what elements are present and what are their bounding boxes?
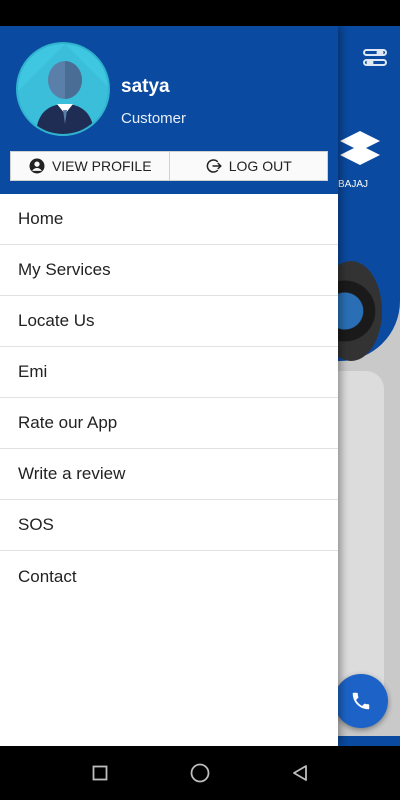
menu-item-home[interactable]: Home <box>0 194 338 245</box>
account-circle-icon <box>29 158 45 174</box>
user-role: Customer <box>121 110 187 127</box>
user-name: satya <box>121 76 170 97</box>
view-profile-label: VIEW PROFILE <box>51 158 152 174</box>
avatar[interactable] <box>16 42 110 136</box>
brand-logo: BAJAJ <box>330 121 390 190</box>
log-out-button[interactable]: LOG OUT <box>168 152 328 180</box>
navigation-drawer: satya Customer VIEW PROFILE LOG OUT Home… <box>0 26 338 746</box>
log-out-label: LOG OUT <box>228 158 292 174</box>
back-icon <box>293 765 307 781</box>
menu-item-rate-our-app[interactable]: Rate our App <box>0 398 338 449</box>
menu-item-write-a-review[interactable]: Write a review <box>0 449 338 500</box>
phone-icon <box>352 692 370 710</box>
logout-icon <box>206 159 222 173</box>
menu-item-my-services[interactable]: My Services <box>0 245 338 296</box>
user-avatar-icon <box>18 44 108 134</box>
back-button[interactable] <box>289 762 311 784</box>
menu-item-sos[interactable]: SOS <box>0 500 338 551</box>
brand-text: BAJAJ <box>338 179 369 190</box>
system-nav-bar <box>0 746 400 800</box>
recent-apps-button[interactable] <box>89 762 111 784</box>
status-bar <box>0 0 400 26</box>
menu-item-contact[interactable]: Contact <box>0 551 338 602</box>
call-button[interactable] <box>334 674 388 728</box>
view-profile-button[interactable]: VIEW PROFILE <box>11 152 169 180</box>
drawer-header: satya Customer VIEW PROFILE LOG OUT <box>0 26 338 194</box>
home-button[interactable] <box>189 762 211 784</box>
home-icon <box>190 763 210 783</box>
menu-item-emi[interactable]: Emi <box>0 347 338 398</box>
recent-apps-icon <box>92 765 108 781</box>
settings-icon[interactable] <box>362 46 388 70</box>
profile-actions: VIEW PROFILE LOG OUT <box>10 151 328 181</box>
drawer-menu: Home My Services Locate Us Emi Rate our … <box>0 194 338 602</box>
menu-item-locate-us[interactable]: Locate Us <box>0 296 338 347</box>
